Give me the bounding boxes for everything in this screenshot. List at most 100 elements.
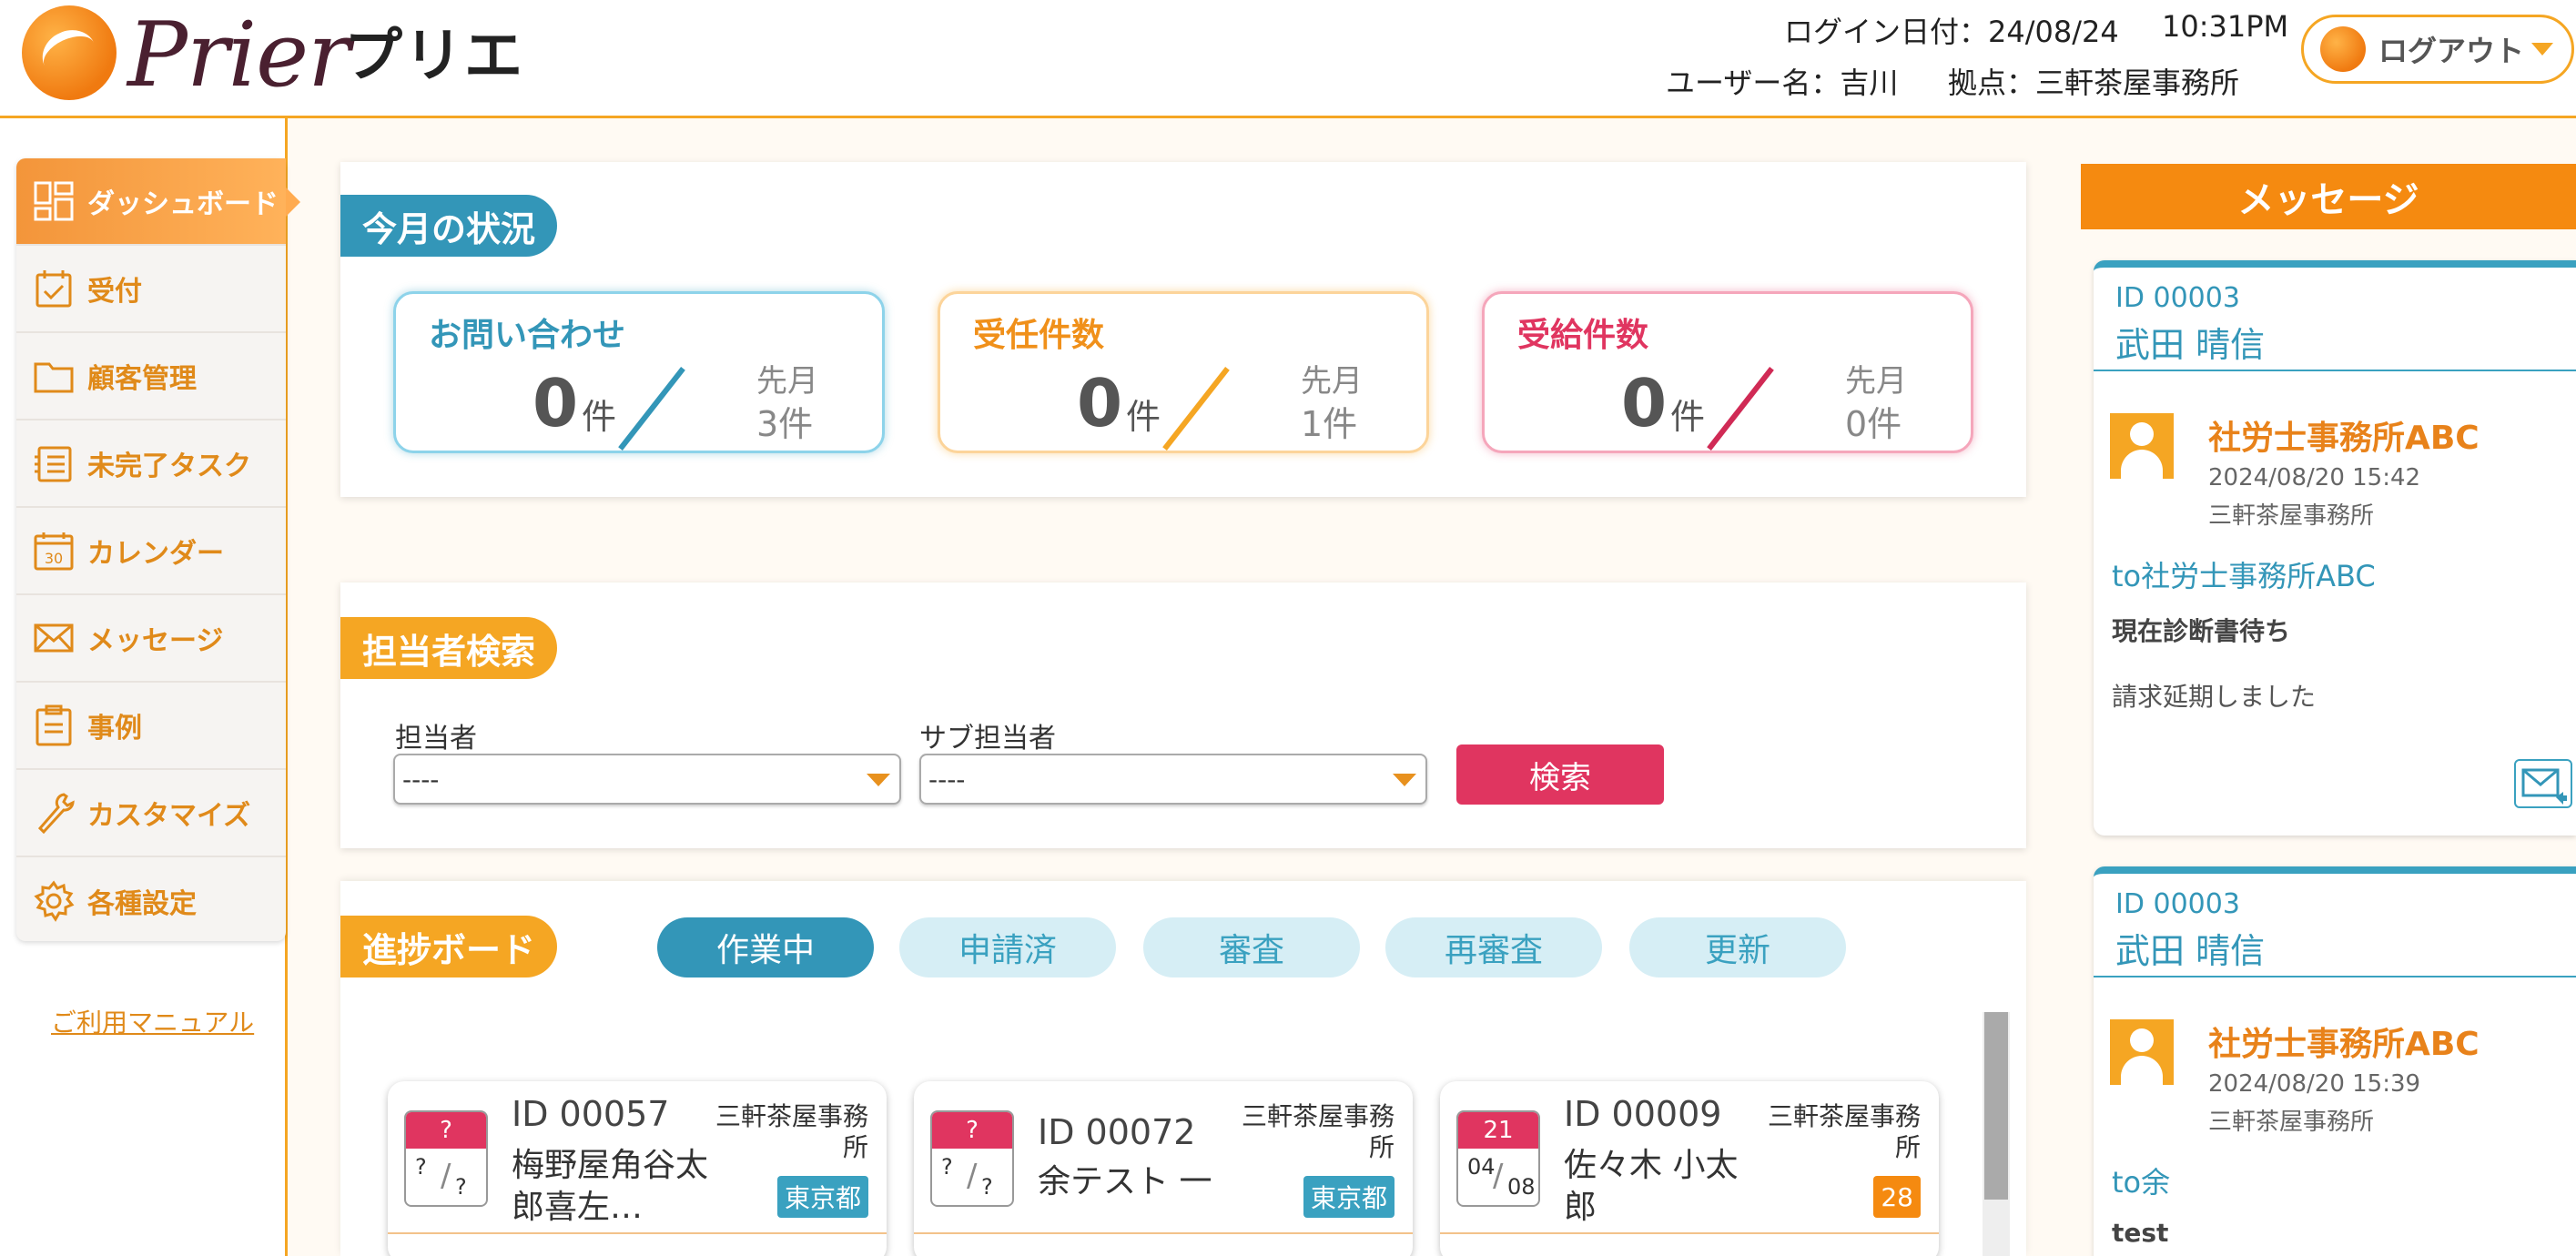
stat-card-inquiries[interactable]: お問い合わせ 0 件 先月 3件 (393, 291, 885, 453)
message-divider (2094, 976, 2576, 977)
stat-unit: 件 (1670, 397, 1706, 437)
sidebar-item-label: 顧客管理 (87, 363, 197, 395)
tab-in-progress[interactable]: 作業中 (657, 917, 874, 977)
app-name: プリエ (344, 23, 524, 90)
section-title: 担当者検索 (340, 617, 558, 679)
calendar-day: 08 (1507, 1174, 1536, 1200)
progress-card[interactable]: ? ? / ? ID 00072 余テスト 一 三軒茶屋事務所 東京都 (914, 1081, 1413, 1256)
avatar (2110, 1019, 2174, 1085)
message-time: 2024/08/20 15:42 (2208, 464, 2421, 491)
message-subject: test (2112, 1218, 2169, 1248)
stat-title: 受任件数 (973, 317, 1105, 354)
sub-staff-select[interactable]: ---- (919, 754, 1427, 805)
message-body: 請求延期しました (2112, 682, 2317, 712)
tab-applied[interactable]: 申請済 (899, 917, 1116, 977)
calendar-bottom: ? / ? (406, 1149, 486, 1205)
staff-search-panel: 担当者検索 担当者 ---- サブ担当者 ---- 検索 (340, 582, 2026, 848)
user-name: ユーザー名：吉川 (1666, 66, 1899, 100)
card-divider (914, 1232, 1413, 1234)
login-date: ログイン日付：24/08/24 (1784, 15, 2119, 49)
user-site: 拠点：三軒茶屋事務所 (1948, 66, 2240, 100)
monthly-status-panel: 今月の状況 お問い合わせ 0 件 先月 3件 受任件数 0 件 先月 1件 受給… (340, 162, 2026, 497)
card-divider (1440, 1232, 1939, 1234)
messages-header: メッセージ (2081, 164, 2576, 229)
message-recipient: to社労士事務所ABC (2112, 559, 2376, 593)
search-button[interactable]: 検索 (1456, 744, 1664, 805)
calendar-slash: / (967, 1158, 978, 1194)
sub-staff-label: サブ担当者 (919, 723, 1056, 755)
calendar-icon: ? ? / ? (930, 1110, 1014, 1207)
avatar (2110, 413, 2174, 479)
logout-label: ログアウト (2378, 34, 2525, 68)
calendar-slash: / (441, 1158, 451, 1194)
sidebar-item-calendar[interactable]: 30 カレンダー (16, 508, 286, 595)
staff-select[interactable]: ---- (393, 754, 901, 805)
stat-value: 0 (532, 365, 579, 441)
sidebar-item-customers[interactable]: 顧客管理 (16, 333, 286, 420)
staff-select-value: ---- (402, 765, 440, 795)
sidebar-item-label: メッセージ (87, 625, 224, 657)
chevron-down-icon (1393, 774, 1416, 786)
message-divider (2094, 370, 2576, 371)
message-client-name: 武田 晴信 (2115, 325, 2266, 365)
reply-button[interactable] (2514, 759, 2572, 808)
clipboard-icon (31, 703, 76, 748)
stat-divider (618, 367, 685, 451)
message-card[interactable]: ID 00003 武田 晴信 社労士事務所ABC 2024/08/20 15:3… (2094, 866, 2576, 1256)
stat-title: お問い合わせ (429, 317, 626, 354)
sidebar-item-label: カレンダー (87, 538, 224, 570)
message-sender: 社労士事務所ABC (2208, 420, 2480, 457)
logo-icon (22, 5, 117, 100)
message-recipient: to余 (2112, 1165, 2171, 1200)
message-time: 2024/08/20 15:39 (2208, 1070, 2421, 1098)
chevron-down-icon (2531, 43, 2554, 56)
sidebar-item-messages[interactable]: メッセージ (16, 595, 286, 683)
message-client-name: 武田 晴信 (2115, 931, 2266, 971)
sidebar-item-dashboard[interactable]: ダッシュボード (16, 158, 286, 246)
calendar-month: ? (941, 1154, 953, 1180)
sidebar-item-reception[interactable]: 受付 (16, 246, 286, 333)
client-name: 梅野屋角谷太郎喜左… (512, 1147, 709, 1226)
case-id: ID 00009 (1564, 1094, 1722, 1134)
progress-board-panel: 進捗ボード 作業中 申請済 審査 再審査 更新 ? ? / ? ID 00057… (340, 881, 2026, 1256)
tab-review[interactable]: 審査 (1143, 917, 1360, 977)
message-site: 三軒茶屋事務所 (2208, 502, 2375, 530)
stat-prev-value: 3件 (756, 404, 814, 444)
progress-card[interactable]: ? ? / ? ID 00057 梅野屋角谷太郎喜左… 三軒茶屋事務所 東京都 (388, 1081, 887, 1256)
app-header: Prier プリエ ログイン日付：24/08/24 10:31PM ユーザー名：… (0, 0, 2576, 118)
gear-icon (31, 878, 76, 924)
envelope-icon (31, 615, 76, 661)
sidebar-item-tasks[interactable]: 未完了タスク (16, 420, 286, 508)
client-name: 佐々木 小太郎 (1564, 1147, 1739, 1226)
stat-card-benefits[interactable]: 受給件数 0 件 先月 0件 (1482, 291, 1973, 453)
sidebar-item-customize[interactable]: カスタマイズ (16, 770, 286, 857)
stat-divider (1707, 367, 1774, 451)
message-sender: 社労士事務所ABC (2208, 1026, 2480, 1063)
case-id: ID 00072 (1038, 1112, 1196, 1152)
calendar-icon: ? ? / ? (404, 1110, 488, 1207)
progress-card[interactable]: 21 04 / 08 ID 00009 佐々木 小太郎 三軒茶屋事務所 28 (1440, 1081, 1939, 1256)
logout-button[interactable]: ログアウト (2301, 15, 2574, 84)
tab-re-review[interactable]: 再審査 (1385, 917, 1602, 977)
staff-label: 担当者 (395, 723, 477, 755)
calendar-top: 21 (1458, 1112, 1538, 1149)
active-indicator (286, 187, 300, 217)
stat-card-accepted[interactable]: 受任件数 0 件 先月 1件 (938, 291, 1429, 453)
message-card[interactable]: ID 00003 武田 晴信 社労士事務所ABC 2024/08/20 15:4… (2094, 260, 2576, 836)
stat-unit: 件 (582, 397, 617, 437)
sidebar-item-cases[interactable]: 事例 (16, 683, 286, 770)
sidebar-item-settings[interactable]: 各種設定 (16, 857, 286, 945)
stat-unit: 件 (1126, 397, 1161, 437)
task-list-icon (31, 441, 76, 486)
stat-prev-value: 1件 (1301, 404, 1358, 444)
calendar-month: 04 (1467, 1154, 1496, 1180)
stat-value: 0 (1621, 365, 1668, 441)
calendar-bottom: 04 / 08 (1458, 1149, 1538, 1205)
manual-link[interactable]: ご利用マニュアル (51, 1003, 254, 1039)
calendar-slash: / (1493, 1158, 1504, 1194)
calendar-month: ? (415, 1154, 427, 1180)
scrollbar-thumb[interactable] (1984, 1012, 2008, 1200)
svg-text:30: 30 (45, 550, 63, 567)
tab-renewal[interactable]: 更新 (1629, 917, 1846, 977)
section-title: 進捗ボード (340, 916, 558, 977)
